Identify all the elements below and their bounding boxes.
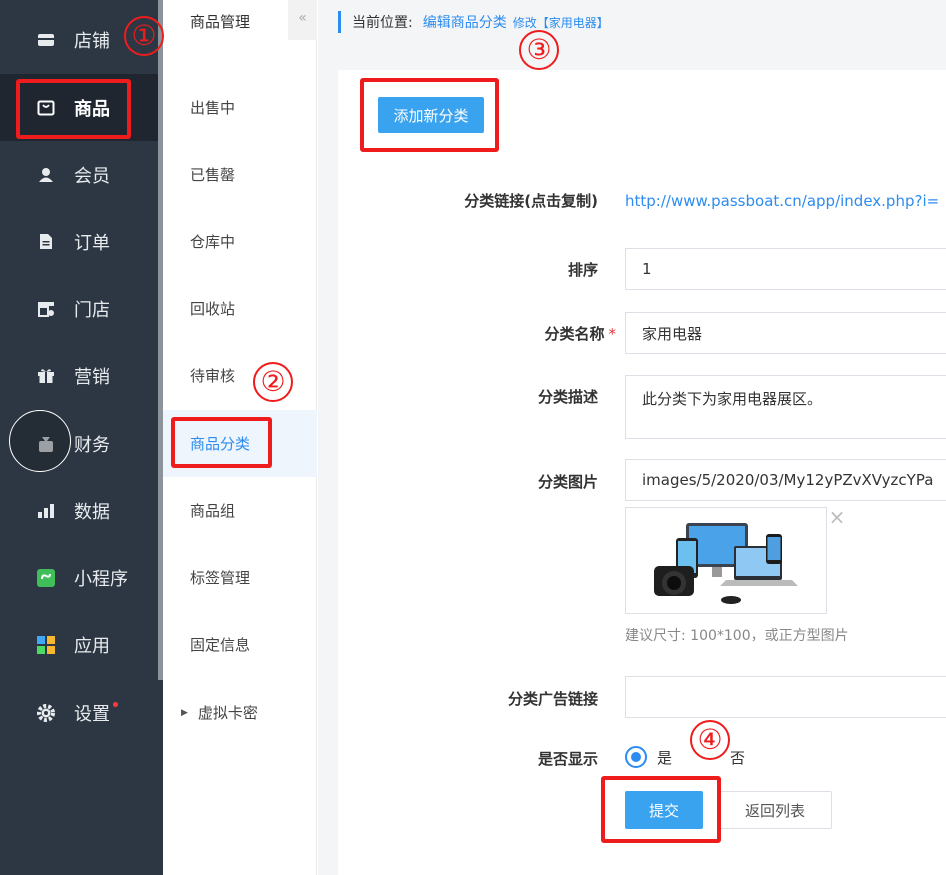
sidebar-item-label: 小程序 bbox=[74, 568, 128, 590]
submenu-item-warehouse[interactable]: 仓库中 bbox=[163, 208, 317, 275]
user-icon bbox=[36, 165, 56, 185]
breadcrumb-sub: 修改【家用电器】 bbox=[512, 15, 609, 30]
ad-link-input[interactable] bbox=[625, 676, 946, 718]
category-name-label-text: 分类名称 bbox=[544, 325, 605, 343]
image-size-hint: 建议尺寸: 100*100，或正方型图片 bbox=[625, 628, 849, 644]
sidebar-item-data[interactable]: 数据 bbox=[0, 477, 158, 544]
submit-button[interactable]: 提交 bbox=[625, 791, 703, 829]
sidebar-item-settings[interactable]: 设置 bbox=[0, 679, 158, 746]
sidebar-item-mini-program[interactable]: 小程序 bbox=[0, 544, 158, 611]
show-yes-radio[interactable] bbox=[625, 746, 647, 768]
submenu-item-fixed-info[interactable]: 固定信息 bbox=[163, 611, 317, 678]
category-desc-textarea[interactable]: 此分类下为家用电器展区。 bbox=[625, 375, 946, 439]
show-label: 是否显示 bbox=[537, 750, 598, 768]
sidebar-item-label: 财务 bbox=[74, 434, 110, 456]
sidebar-item-label: 应用 bbox=[74, 635, 110, 657]
show-radio-group: 是 否 bbox=[625, 746, 745, 768]
bag-icon bbox=[36, 98, 56, 118]
main-sidebar: 店铺 商品 会员 订单 门店 营销 财务 数据 小程序 应用 设置 bbox=[0, 0, 163, 875]
category-name-label: 分类名称 * bbox=[544, 323, 616, 344]
sidebar-item-label: 订单 bbox=[74, 232, 110, 254]
sidebar-item-goods[interactable]: 商品 bbox=[0, 74, 158, 141]
ad-link-label: 分类广告链接 bbox=[507, 690, 598, 708]
mini-program-icon bbox=[36, 568, 56, 588]
main-content: 当前位置: 编辑商品分类 修改【家用电器】 添加新分类 分类链接(点击复制) h… bbox=[318, 0, 946, 875]
show-yes-label: 是 bbox=[657, 748, 673, 767]
submenu-item-tags[interactable]: 标签管理 bbox=[163, 544, 317, 611]
form-panel: 添加新分类 分类链接(点击复制) http://www.passboat.cn/… bbox=[338, 70, 946, 875]
category-name-input[interactable]: 家用电器 bbox=[625, 312, 946, 354]
electronics-image bbox=[654, 523, 798, 604]
gift-icon bbox=[36, 366, 56, 386]
caret-right-icon: ▶ bbox=[181, 707, 188, 718]
sidebar-item-shop[interactable]: 门店 bbox=[0, 275, 158, 342]
sort-input[interactable]: 1 bbox=[625, 248, 946, 290]
required-mark: * bbox=[608, 325, 617, 343]
category-image-thumbnail bbox=[625, 507, 827, 614]
submenu-item-category[interactable]: 商品分类 bbox=[163, 410, 317, 477]
sidebar-item-marketing[interactable]: 营销 bbox=[0, 342, 158, 409]
category-image-label: 分类图片 bbox=[537, 473, 598, 491]
category-desc-label: 分类描述 bbox=[537, 388, 598, 406]
remove-image-icon[interactable]: × bbox=[827, 507, 847, 527]
sort-label: 排序 bbox=[567, 261, 598, 279]
category-link-label: 分类链接(点击复制) bbox=[464, 192, 598, 210]
submenu-item-recycle[interactable]: 回收站 bbox=[163, 275, 317, 342]
sidebar-item-label: 会员 bbox=[74, 165, 110, 187]
show-no-label[interactable]: 否 bbox=[730, 747, 745, 768]
sidebar-item-label: 设置 bbox=[74, 703, 110, 725]
bar-chart-icon bbox=[36, 501, 56, 521]
goods-submenu: 商品管理 « 出售中 已售罄 仓库中 回收站 待审核 商品分类 商品组 标签管理… bbox=[163, 0, 317, 875]
sidebar-item-order[interactable]: 订单 bbox=[0, 208, 158, 275]
submenu-item-on-sale[interactable]: 出售中 bbox=[163, 74, 317, 141]
breadcrumb-label: 当前位置: bbox=[352, 15, 413, 31]
sidebar-item-apps[interactable]: 应用 bbox=[0, 611, 158, 678]
sidebar-item-label: 数据 bbox=[74, 501, 110, 523]
notification-dot bbox=[113, 702, 118, 707]
gear-icon bbox=[36, 703, 56, 723]
sidebar-item-label: 门店 bbox=[74, 299, 110, 321]
submenu-item-label: 虚拟卡密 bbox=[197, 704, 258, 722]
breadcrumb-link[interactable]: 编辑商品分类 bbox=[423, 12, 507, 32]
document-icon bbox=[36, 232, 56, 252]
submenu-item-pending[interactable]: 待审核 bbox=[163, 342, 317, 409]
shop-icon bbox=[36, 299, 56, 319]
category-image-input[interactable]: images/5/2020/03/My12yPZvXVyzcYPa bbox=[625, 459, 946, 501]
sidebar-item-store[interactable]: 店铺 bbox=[0, 6, 158, 73]
sidebar-item-label: 商品 bbox=[74, 98, 110, 120]
breadcrumb: 当前位置: 编辑商品分类 修改【家用电器】 bbox=[338, 11, 609, 33]
collapse-button[interactable]: « bbox=[288, 0, 317, 40]
category-link-value[interactable]: http://www.passboat.cn/app/index.php?i= bbox=[625, 192, 939, 210]
apps-icon bbox=[36, 635, 56, 655]
sidebar-item-member[interactable]: 会员 bbox=[0, 141, 158, 208]
sidebar-item-label: 营销 bbox=[74, 366, 110, 388]
cursor-highlight bbox=[9, 410, 71, 472]
back-to-list-button[interactable]: 返回列表 bbox=[718, 791, 832, 829]
add-category-button[interactable]: 添加新分类 bbox=[378, 97, 484, 133]
sidebar-item-label: 店铺 bbox=[74, 30, 110, 52]
submenu-item-virtual-card[interactable]: ▶ 虚拟卡密 bbox=[163, 679, 317, 746]
store-icon bbox=[36, 30, 56, 50]
submenu-item-group[interactable]: 商品组 bbox=[163, 477, 317, 544]
submenu-item-sold-out[interactable]: 已售罄 bbox=[163, 141, 317, 208]
submenu-title: 商品管理 bbox=[190, 13, 251, 31]
